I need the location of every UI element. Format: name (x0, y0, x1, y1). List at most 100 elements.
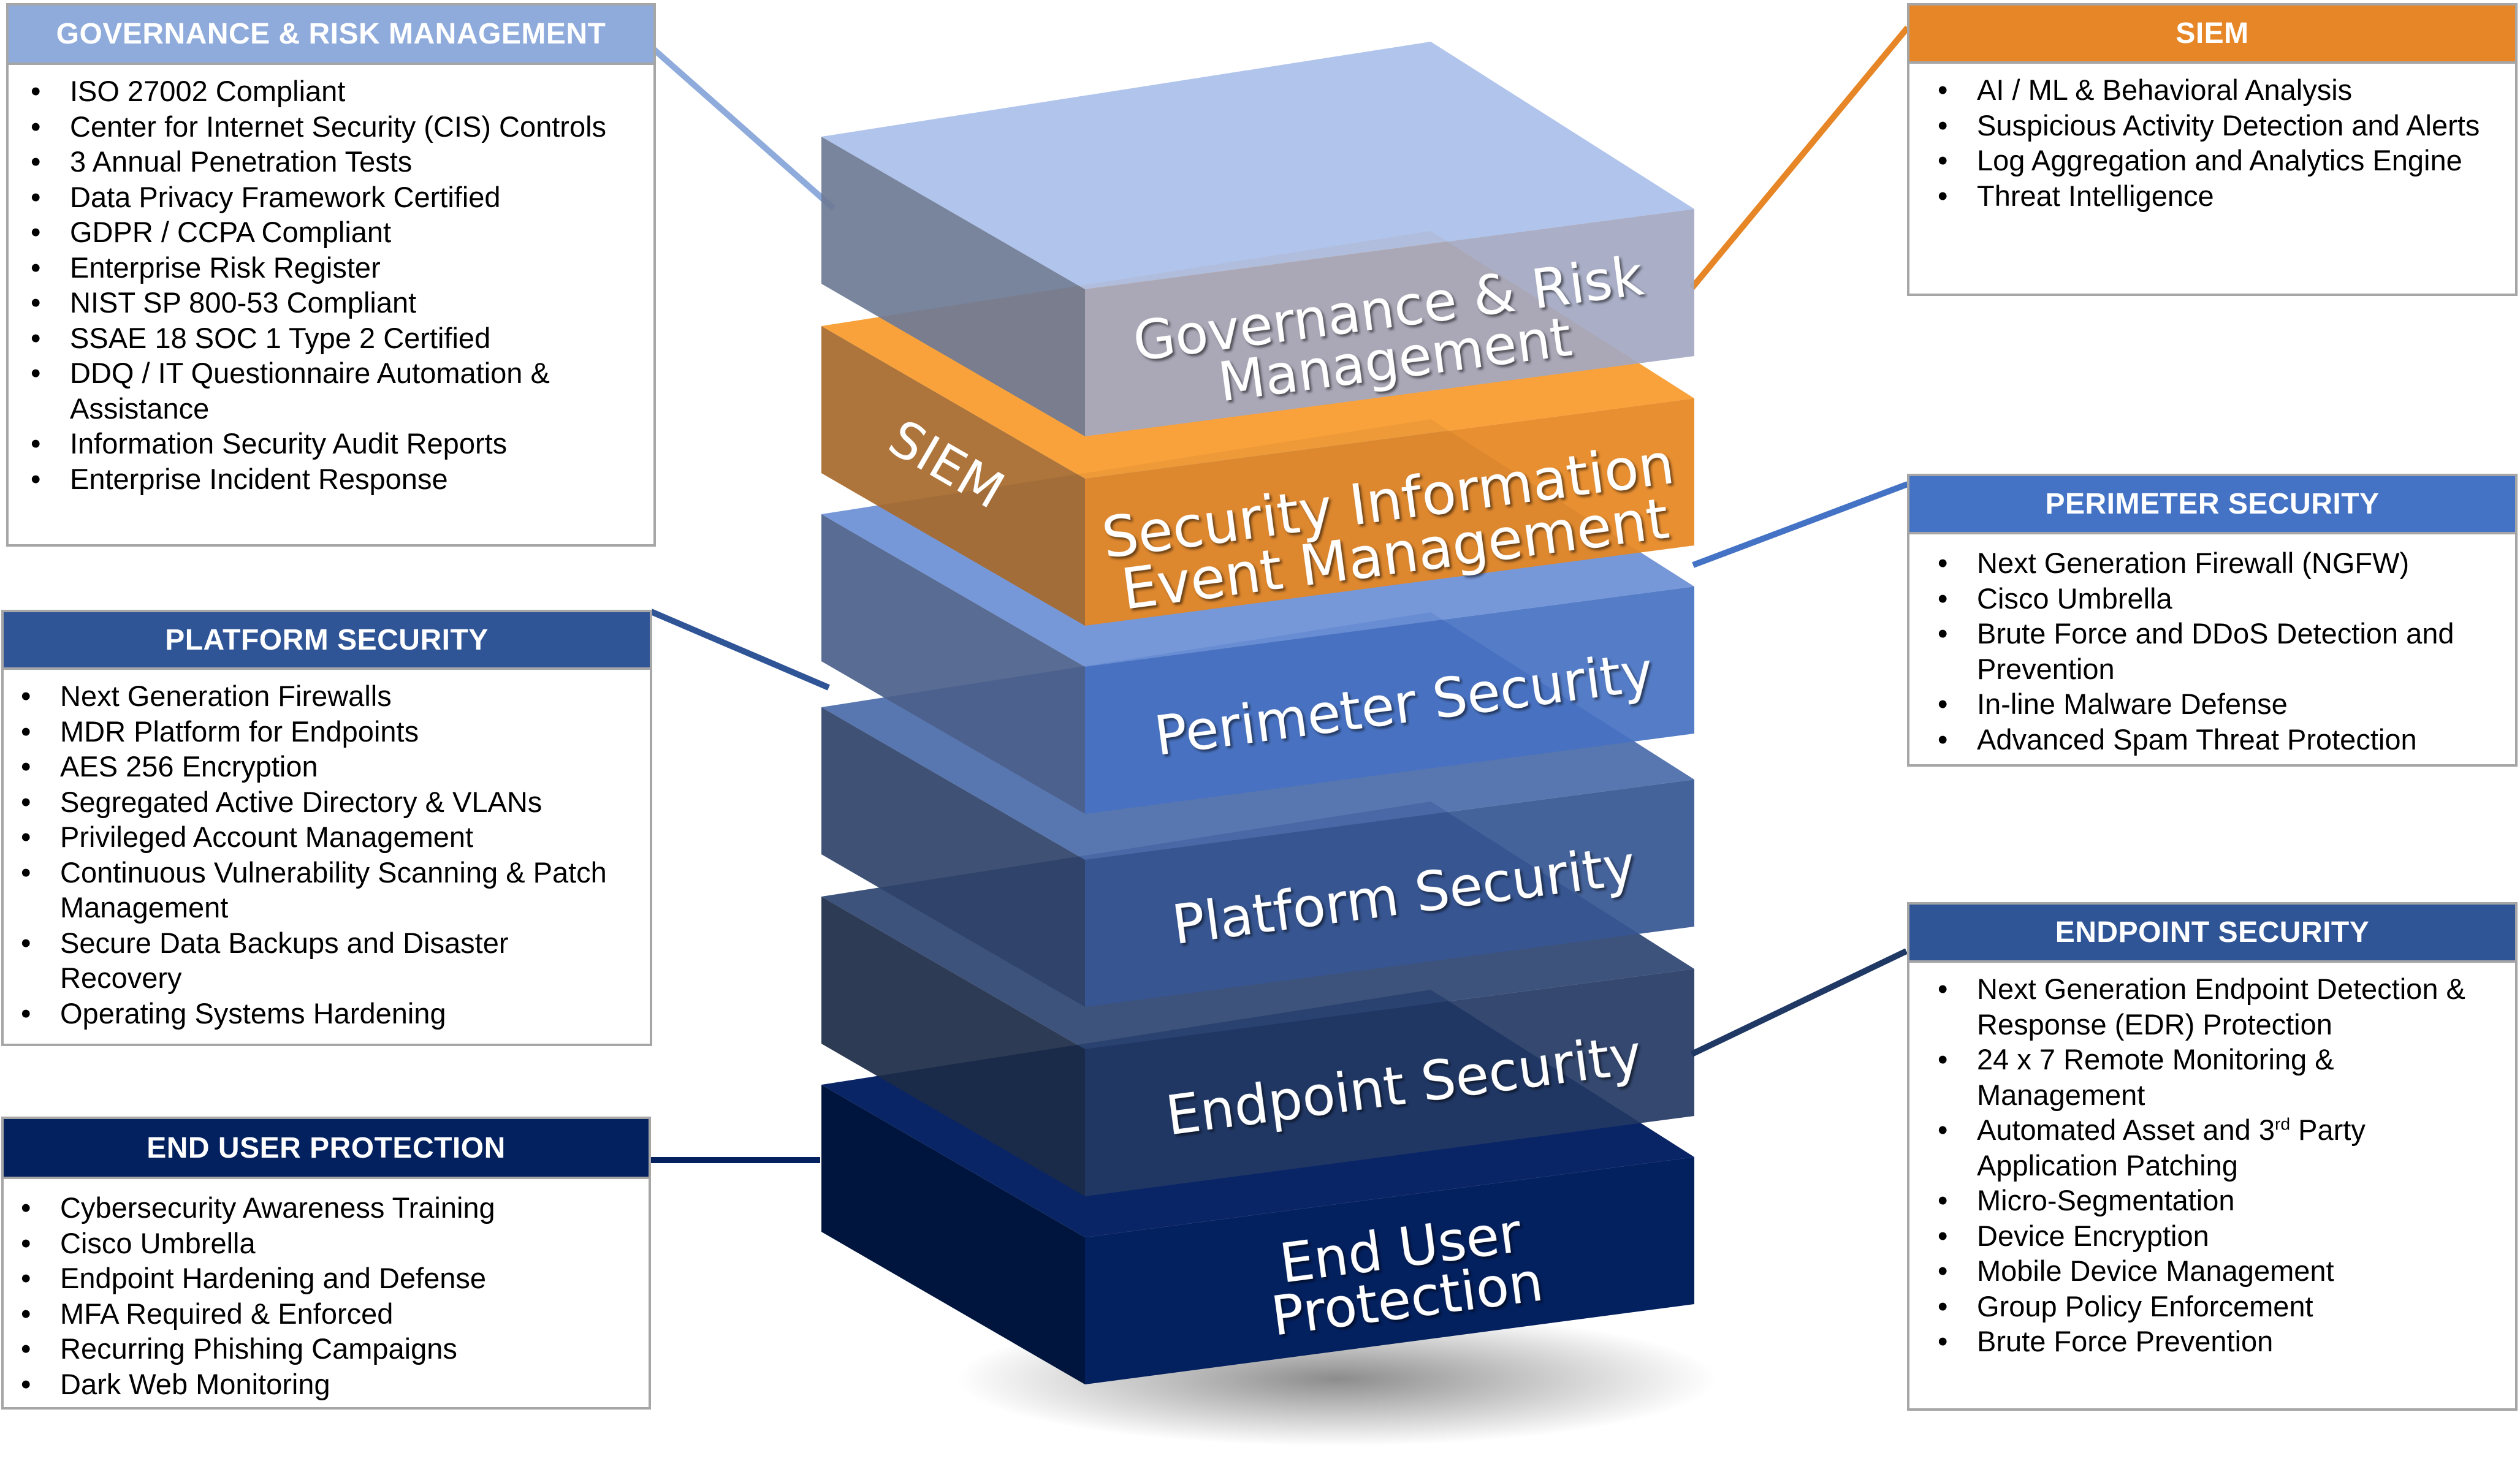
list-item: • Next Generation Firewall (NGFW) (1934, 545, 2503, 581)
bullet-icon: • (31, 75, 41, 107)
list-item: • Log Aggregation and Analytics Engine (1934, 143, 2503, 178)
list-item-text: Next Generation Endpoint Detection & Res… (1977, 973, 2465, 1041)
bullet-icon: • (31, 427, 41, 460)
list-item-text: Cisco Umbrella (1977, 582, 2172, 615)
bullet-icon: • (31, 110, 41, 143)
bullet-icon: • (1938, 1184, 1948, 1216)
list-item: • Endpoint Hardening and Defense (17, 1261, 636, 1296)
perimeter-box-title: PERIMETER SECURITY (2045, 488, 2380, 520)
perimeter-box: PERIMETER SECURITY • Next Generation Fire… (1907, 474, 2518, 767)
connector-endpoint (1690, 948, 1908, 1057)
list-item-text: 24 x 7 Remote Monitoring & Management (1977, 1043, 2334, 1111)
bullet-icon: • (1938, 1219, 1948, 1252)
list-item: • MFA Required & Enforced (17, 1296, 636, 1332)
list-item-text: Secure Data Backups and Disaster Recover… (60, 926, 509, 995)
bullet-icon: • (1938, 617, 1948, 650)
list-item: • Privileged Account Management (17, 819, 638, 855)
bullet-icon: • (21, 785, 31, 818)
bullet-icon: • (21, 1262, 31, 1294)
list-item: • Dark Web Monitoring (17, 1367, 636, 1402)
list-item-text: Dark Web Monitoring (60, 1367, 330, 1400)
connector-governance (651, 47, 836, 211)
list-item-text: Threat Intelligence (1977, 179, 2214, 212)
bullet-icon: • (21, 750, 31, 783)
siem-box-header: SIEM (1909, 6, 2515, 64)
bullet-icon: • (21, 1297, 31, 1330)
bullet-icon: • (21, 680, 31, 712)
list-item-text: Center for Internet Security (CIS) Contr… (70, 110, 607, 143)
governance-box: GOVERNANCE & RISK MANAGEMENT • ISO 27002 … (6, 3, 656, 547)
list-item-text: Group Policy Enforcement (1977, 1289, 2313, 1323)
list-item-text: Micro-Segmentation (1977, 1184, 2235, 1216)
list-item-text: GDPR / CCPA Compliant (70, 216, 392, 248)
list-item-text: Data Privacy Framework Certified (70, 180, 501, 213)
list-item: • Cisco Umbrella (1934, 581, 2503, 617)
bullet-icon: • (21, 1367, 31, 1400)
list-item-text: Suspicious Activity Detection and Alerts (1977, 108, 2480, 142)
list-item: • 3 Annual Penetration Tests (27, 144, 641, 180)
list-item: • MDR Platform for Endpoints (17, 714, 638, 749)
perimeter-box-header: PERIMETER SECURITY (1909, 476, 2515, 534)
bullet-icon: • (31, 216, 41, 248)
list-item-text: DDQ / IT Questionnaire Automation & Assi… (70, 357, 550, 425)
bullet-icon: • (1938, 74, 1948, 106)
platform-box: PLATFORM SECURITY • Next Generation Firew… (1, 610, 652, 1046)
list-item: • Enterprise Risk Register (27, 250, 641, 286)
list-item: • Next Generation Firewalls (17, 678, 638, 714)
list-item: • SSAE 18 SOC 1 Type 2 Certified (27, 321, 641, 356)
list-item-text: Cisco Umbrella (60, 1226, 256, 1259)
list-item-text: Brute Force Prevention (1977, 1325, 2274, 1357)
bullet-icon: • (31, 462, 41, 495)
bullet-icon: • (21, 1332, 31, 1365)
list-item: • Center for Internet Security (CIS) Cont… (27, 109, 641, 145)
list-item-text: SSAE 18 SOC 1 Type 2 Certified (70, 321, 491, 354)
bullet-icon: • (1938, 1254, 1948, 1287)
list-item-text: Cybersecurity Awareness Training (60, 1191, 495, 1224)
list-item-text: Next Generation Firewalls (60, 680, 392, 712)
governance-box-header: GOVERNANCE & RISK MANAGEMENT (9, 6, 653, 65)
list-item: • 24 x 7 Remote Monitoring & Management (1934, 1042, 2503, 1112)
list-item-text: Continuous Vulnerability Scanning & Patc… (60, 856, 607, 924)
bullet-icon: • (21, 1226, 31, 1259)
bullet-icon: • (1938, 144, 1948, 176)
list-item-text: Enterprise Incident Response (70, 462, 448, 495)
list-item: • Brute Force and DDoS Detection and Prev… (1934, 616, 2503, 686)
list-item: • Micro-Segmentation (1934, 1183, 2503, 1218)
bullet-icon: • (1938, 1325, 1948, 1357)
bullet-icon: • (21, 926, 31, 959)
bullet-icon: • (21, 715, 31, 748)
bullet-icon: • (21, 856, 31, 889)
governance-box-title: GOVERNANCE & RISK MANAGEMENT (56, 18, 606, 50)
list-item-text: Segregated Active Directory & VLANs (60, 785, 542, 818)
list-item-text: Automated Asset and 3rd Party Applicatio… (1977, 1114, 2366, 1182)
bullet-icon: • (1938, 582, 1948, 615)
list-item: • Automated Asset and 3rd Party Applicati… (1934, 1112, 2503, 1183)
list-item: • AI / ML & Behavioral Analysis (1934, 72, 2503, 108)
bullet-icon: • (31, 357, 41, 389)
list-item: • Next Generation Endpoint Detection & Re… (1934, 971, 2503, 1042)
list-item: • In-line Malware Defense (1934, 686, 2503, 722)
bullet-icon: • (1938, 547, 1948, 579)
perimeter-list: • Next Generation Firewall (NGFW) • Cisco U… (1909, 534, 2515, 757)
list-item-text: Brute Force and DDoS Detection and Preve… (1977, 617, 2454, 685)
list-item: • Segregated Active Directory & VLANs (17, 784, 638, 820)
list-item-text: MDR Platform for Endpoints (60, 715, 419, 748)
list-item: • Cisco Umbrella (17, 1226, 636, 1261)
end-user-list: • Cybersecurity Awareness Training • Cisco … (4, 1179, 649, 1402)
platform-box-header: PLATFORM SECURITY (4, 612, 650, 670)
list-item-text: Information Security Audit Reports (70, 427, 508, 460)
bullet-icon: • (1938, 688, 1948, 720)
list-item: • ISO 27002 Compliant (27, 74, 641, 109)
list-item: • Operating Systems Hardening (17, 996, 638, 1031)
list-item-text: MFA Required & Enforced (60, 1297, 394, 1330)
connector-platform (650, 609, 830, 691)
list-item: • GDPR / CCPA Compliant (27, 214, 641, 250)
list-item: • Secure Data Backups and Disaster Recove… (17, 925, 638, 996)
list-item: • Information Security Audit Reports (27, 426, 641, 461)
bullet-icon: • (31, 145, 41, 178)
bullet-icon: • (1938, 1289, 1948, 1323)
endpoint-box-header: ENDPOINT SECURITY (1909, 905, 2515, 963)
list-item: • Cybersecurity Awareness Training (17, 1190, 636, 1226)
list-item: • Enterprise Incident Response (27, 461, 641, 497)
list-item: • Recurring Phishing Campaigns (17, 1331, 636, 1367)
